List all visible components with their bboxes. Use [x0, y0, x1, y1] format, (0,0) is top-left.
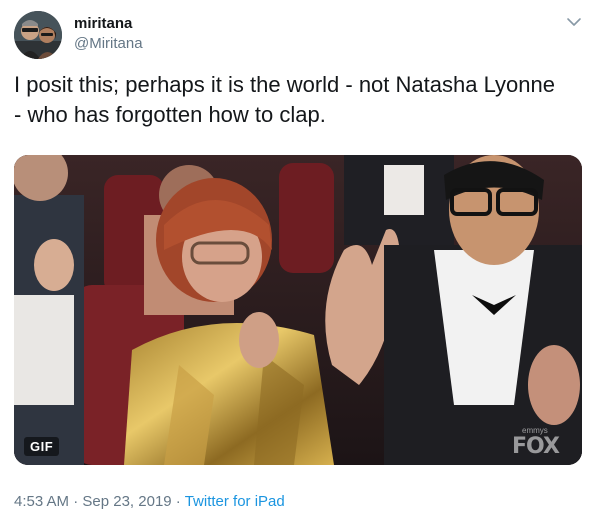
tweet-media-gif[interactable] [14, 155, 582, 465]
avatar[interactable] [14, 11, 62, 59]
tweet-text: I posit this; perhaps it is the world - … [14, 72, 555, 127]
tweet-time[interactable]: 4:53 AM [14, 493, 69, 510]
tweet-card: miritana @Miritana I posit this; perhaps… [0, 0, 594, 530]
tweet-meta: 4:53 AM · Sep 23, 2019 · Twitter for iPa… [14, 493, 285, 510]
chevron-down-icon[interactable] [563, 13, 585, 31]
avatar-image [14, 11, 62, 59]
tweet-date[interactable]: Sep 23, 2019 [82, 493, 171, 510]
gif-badge: GIF [24, 437, 60, 456]
display-name[interactable]: miritana [74, 15, 132, 32]
fox-watermark: FOX [512, 434, 560, 459]
meta-separator: · [69, 493, 83, 510]
gif-frame [14, 155, 582, 465]
meta-separator: · [171, 493, 185, 510]
user-handle[interactable]: @Miritana [74, 35, 143, 52]
tweet-source-link[interactable]: Twitter for iPad [185, 493, 285, 510]
